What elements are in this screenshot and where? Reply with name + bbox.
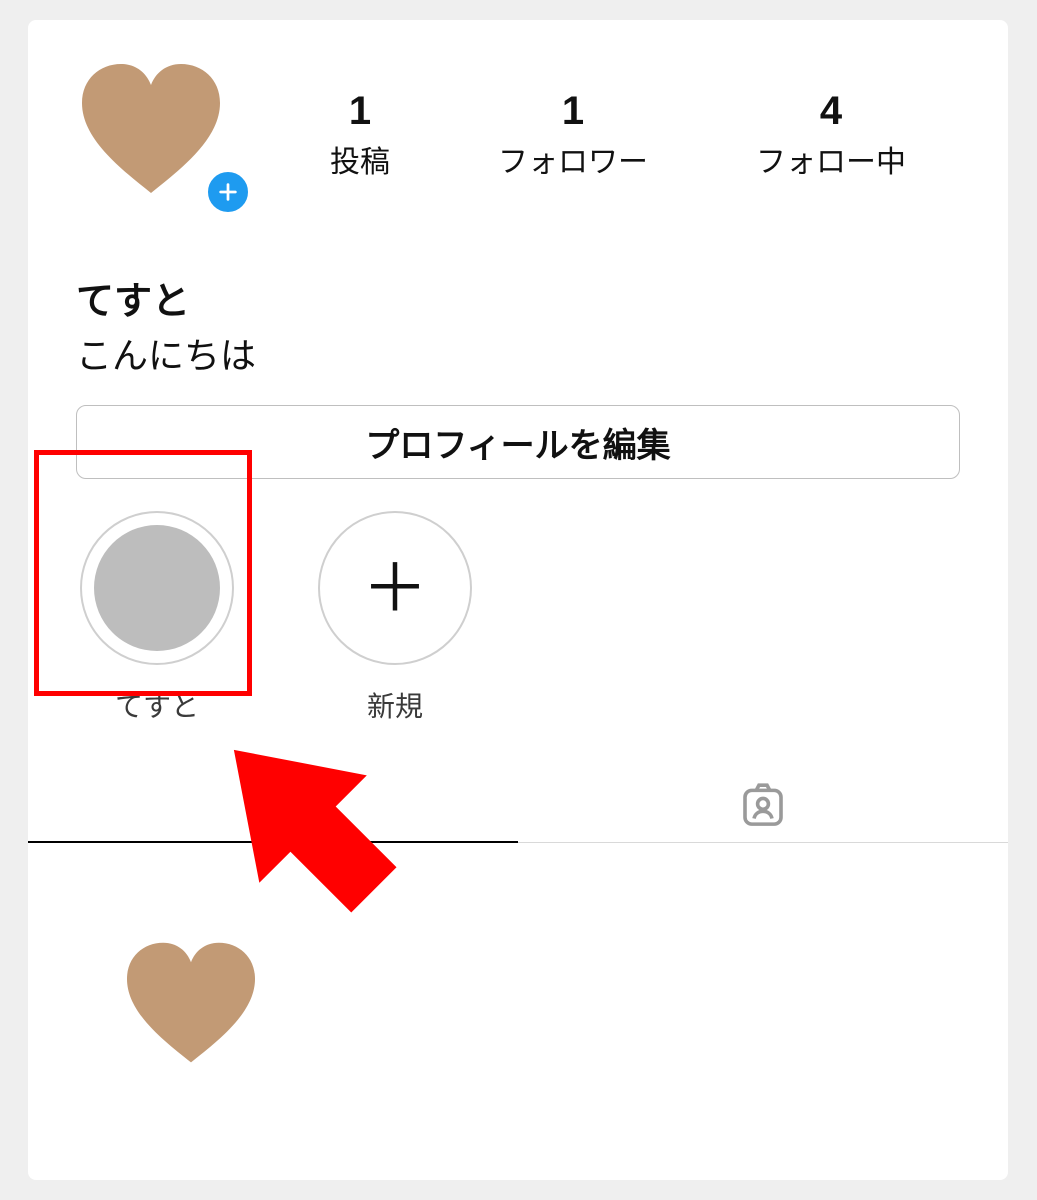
profile-stats: 1 投稿 1 フォロワー 4 フォロー中 <box>246 89 960 181</box>
stat-following-value: 4 <box>756 89 906 133</box>
highlight-circle <box>80 511 234 665</box>
highlight-item[interactable]: てすと <box>62 511 252 725</box>
add-story-badge[interactable] <box>204 168 252 216</box>
highlight-thumbnail <box>94 525 220 651</box>
profile-tabs <box>28 767 1008 843</box>
stat-followers-value: 1 <box>498 89 648 133</box>
stat-followers[interactable]: 1 フォロワー <box>498 89 648 181</box>
profile-avatar[interactable] <box>76 60 246 210</box>
highlight-new-circle: ＋ <box>318 511 472 665</box>
tab-grid[interactable] <box>28 767 518 842</box>
stat-posts-value: 1 <box>330 89 390 133</box>
edit-profile-label: プロフィールを編集 <box>365 418 670 467</box>
tagged-icon <box>736 778 790 832</box>
post-thumbnail[interactable] <box>28 843 354 1169</box>
heart-icon <box>121 940 261 1073</box>
stat-posts[interactable]: 1 投稿 <box>330 89 390 181</box>
stat-posts-label: 投稿 <box>330 137 390 181</box>
stat-followers-label: フォロワー <box>498 137 648 181</box>
stat-following-label: フォロー中 <box>756 137 906 181</box>
tab-tagged[interactable] <box>518 767 1008 842</box>
highlight-new-label: 新規 <box>367 685 423 725</box>
highlight-new[interactable]: ＋ 新規 <box>300 511 490 725</box>
posts-grid <box>28 843 1008 1169</box>
plus-icon: ＋ <box>362 555 428 621</box>
profile-bio-text: こんにちは <box>76 327 960 379</box>
profile-header-row: 1 投稿 1 フォロワー 4 フォロー中 <box>28 20 1008 220</box>
edit-profile-button[interactable]: プロフィールを編集 <box>76 405 960 479</box>
profile-bio: てすと こんにちは <box>28 220 1008 379</box>
profile-card: 1 投稿 1 フォロワー 4 フォロー中 てすと こんにちは プロフィールを編集… <box>28 20 1008 1180</box>
plus-icon <box>217 181 239 203</box>
profile-display-name: てすと <box>76 270 960 325</box>
highlight-label: てすと <box>115 685 199 725</box>
stat-following[interactable]: 4 フォロー中 <box>756 89 906 181</box>
story-highlights: てすと ＋ 新規 <box>28 479 1008 725</box>
